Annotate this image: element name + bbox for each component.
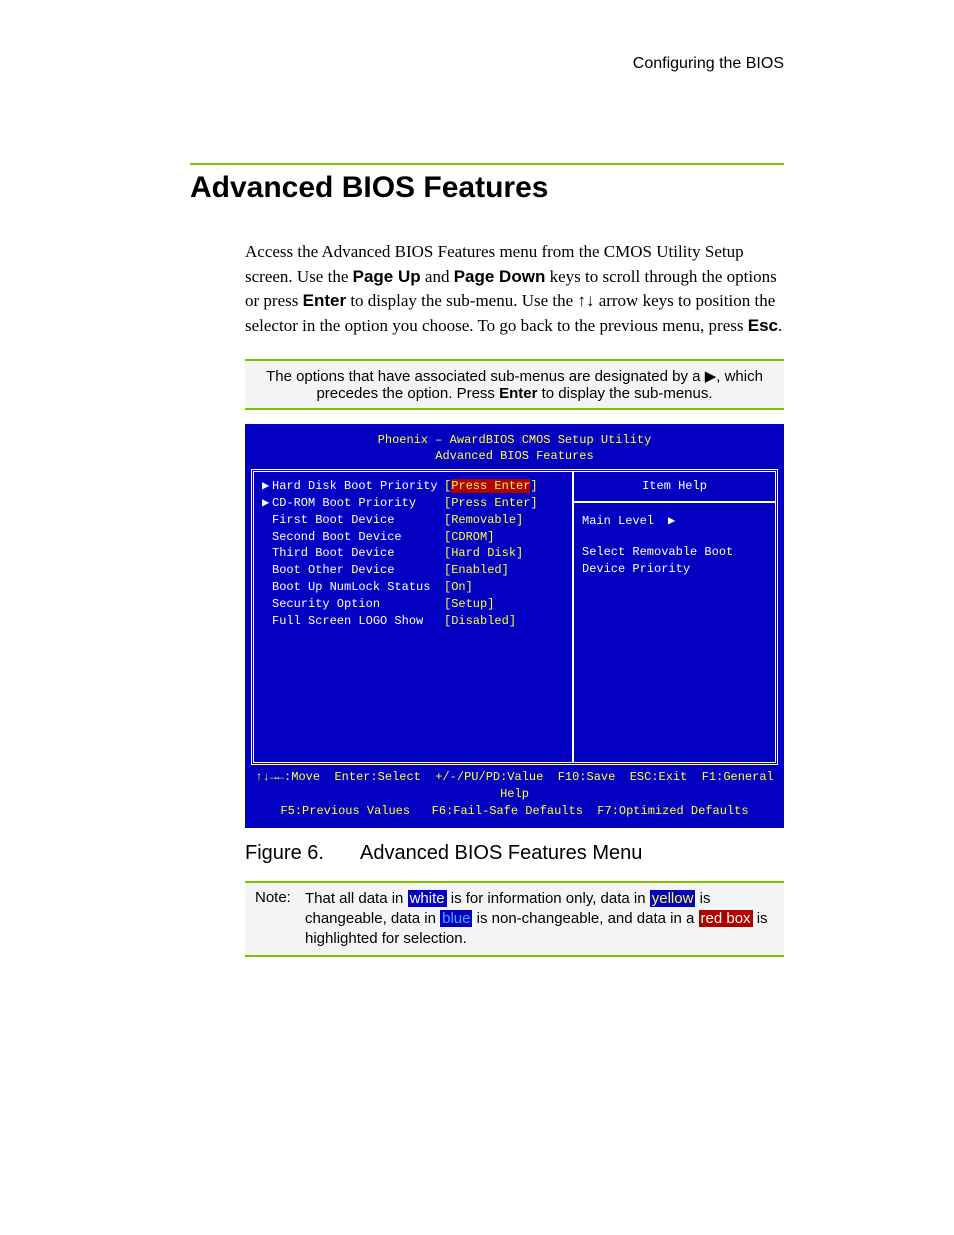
option-label: Boot Other Device [272, 562, 444, 579]
help-level: Main Level [582, 514, 654, 528]
option-value: [Setup] [444, 596, 564, 613]
option-label: Hard Disk Boot Priority [272, 478, 444, 495]
para-text: and [421, 267, 454, 286]
note-callout: Note: That all data in white is for info… [245, 881, 784, 958]
figure-title: Advanced BIOS Features Menu [360, 842, 642, 864]
triangle-icon [262, 613, 272, 630]
figure-number: Figure 6. [245, 842, 360, 865]
note-body: That all data in white is for informatio… [305, 889, 774, 950]
running-header: Configuring the BIOS [190, 55, 784, 73]
swatch-blue: blue [440, 910, 472, 927]
key-pageup: Page Up [353, 267, 421, 286]
option-value: [CDROM] [444, 529, 564, 546]
note-label: Note: [255, 889, 305, 950]
note-text: is for information only, data in [447, 890, 650, 907]
bios-title-line1: Phoenix – AwardBIOS CMOS Setup Utility [378, 433, 652, 447]
bios-option-row[interactable]: Boot Other Device[Enabled] [262, 562, 564, 579]
triangle-icon [262, 579, 272, 596]
bios-option-row[interactable]: Security Option[Setup] [262, 596, 564, 613]
option-label: CD-ROM Boot Priority [272, 495, 444, 512]
swatch-redbox: red box [699, 910, 753, 927]
intro-paragraph: Access the Advanced BIOS Features menu f… [245, 240, 784, 339]
option-value: [Press Enter] [444, 495, 564, 512]
section-title: Advanced BIOS Features [190, 171, 784, 205]
info-text: to display the sub-menus. [537, 385, 712, 402]
bios-footer-line2: F5:Previous Values F6:Fail-Safe Defaults… [280, 804, 748, 818]
option-label: Third Boot Device [272, 545, 444, 562]
option-value: [Enabled] [444, 562, 564, 579]
info-text: The options that have associated sub-men… [266, 368, 705, 385]
bios-help-pane: Item Help Main Level ▶ Select Removable B… [574, 472, 775, 762]
para-text: . [778, 316, 782, 335]
swatch-white: white [408, 890, 447, 907]
option-value: [Press Enter] [444, 478, 564, 495]
swatch-yellow: yellow [650, 890, 696, 907]
option-value: [Disabled] [444, 613, 564, 630]
bios-title: Phoenix – AwardBIOS CMOS Setup Utility A… [251, 430, 778, 470]
figure-caption: Figure 6.Advanced BIOS Features Menu [245, 842, 784, 865]
triangle-icon: ▶ [262, 478, 272, 495]
option-value: [Hard Disk] [444, 545, 564, 562]
key-esc: Esc [748, 316, 778, 335]
option-label: Second Boot Device [272, 529, 444, 546]
bios-option-row[interactable]: ▶CD-ROM Boot Priority[Press Enter] [262, 495, 564, 512]
triangle-icon [262, 562, 272, 579]
para-text: to display the sub-menu. Use the [346, 291, 577, 310]
triangle-icon [262, 596, 272, 613]
bios-screen: Phoenix – AwardBIOS CMOS Setup Utility A… [245, 424, 784, 828]
option-label: First Boot Device [272, 512, 444, 529]
help-description: Select Removable Boot Device Priority [582, 544, 767, 578]
option-label: Full Screen LOGO Show [272, 613, 444, 630]
triangle-icon: ▶ [705, 368, 717, 385]
help-title: Item Help [582, 478, 767, 495]
info-callout: The options that have associated sub-men… [245, 359, 784, 410]
key-pagedown: Page Down [454, 267, 546, 286]
bios-option-row[interactable]: Boot Up NumLock Status[On] [262, 579, 564, 596]
triangle-icon [262, 512, 272, 529]
key-enter: Enter [303, 291, 346, 310]
bios-option-row[interactable]: Third Boot Device[Hard Disk] [262, 545, 564, 562]
bios-body: ▶Hard Disk Boot Priority[Press Enter]▶CD… [251, 469, 778, 765]
bios-option-row[interactable]: Second Boot Device[CDROM] [262, 529, 564, 546]
accent-rule-top [190, 163, 784, 165]
bios-option-row[interactable]: First Boot Device[Removable] [262, 512, 564, 529]
bios-option-row[interactable]: ▶Hard Disk Boot Priority[Press Enter] [262, 478, 564, 495]
bios-option-row[interactable]: Full Screen LOGO Show[Disabled] [262, 613, 564, 630]
note-text: is non-changeable, and data in a [472, 910, 698, 927]
triangle-icon [262, 529, 272, 546]
help-level-row: Main Level ▶ [582, 513, 767, 530]
note-text: That all data in [305, 890, 408, 907]
bios-title-line2: Advanced BIOS Features [435, 449, 593, 463]
option-value: [On] [444, 579, 564, 596]
option-label: Security Option [272, 596, 444, 613]
bios-options-pane: ▶Hard Disk Boot Priority[Press Enter]▶CD… [254, 472, 574, 762]
bios-footer: ↑↓→←:Move Enter:Select +/-/PU/PD:Value F… [251, 765, 778, 821]
triangle-icon: ▶ [668, 514, 675, 528]
key-enter: Enter [499, 385, 537, 402]
bios-footer-line1: ↑↓→←:Move Enter:Select +/-/PU/PD:Value F… [255, 770, 781, 801]
help-divider [574, 501, 775, 503]
arrow-keys-icon: ↑↓ [577, 291, 594, 310]
triangle-icon: ▶ [262, 495, 272, 512]
option-label: Boot Up NumLock Status [272, 579, 444, 596]
triangle-icon [262, 545, 272, 562]
option-value: [Removable] [444, 512, 564, 529]
